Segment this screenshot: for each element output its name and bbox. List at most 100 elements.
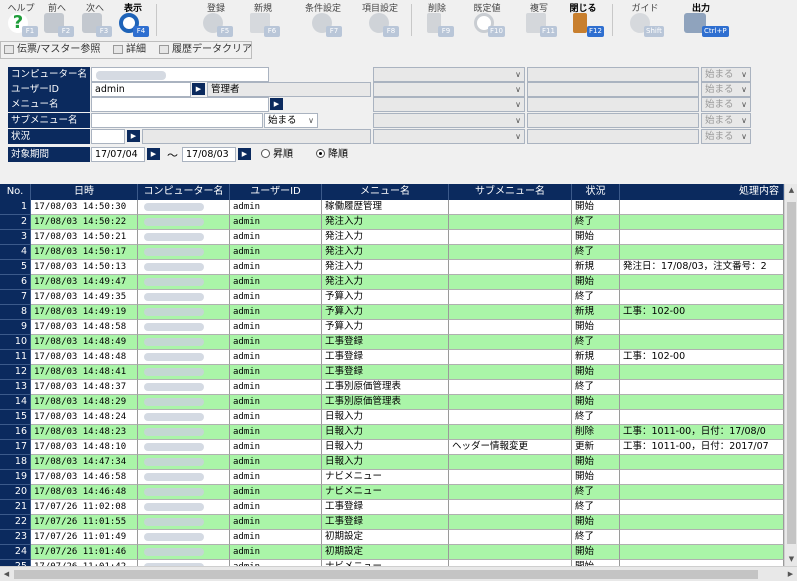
view-button[interactable]: 表示 F4 [113, 0, 153, 40]
cell-datetime: 17/08/03 14:48:41 [31, 365, 138, 380]
scroll-right-icon[interactable]: ▶ [784, 568, 797, 581]
menu-name-input[interactable] [91, 97, 269, 112]
table-row[interactable]: 2 17/08/03 14:50:22 admin 発注入力 終了 [0, 215, 784, 230]
itemset-button[interactable]: 項目設定 F8 [357, 0, 403, 40]
col-menu-header[interactable]: メニュー名 [322, 184, 449, 200]
computer-input[interactable] [91, 67, 269, 82]
row-number: 3 [0, 230, 31, 245]
col-status-header[interactable]: 状況 [572, 184, 620, 200]
table-row[interactable]: 5 17/08/03 14:50:13 admin 発注入力 新規 発注日：17/08/0… [0, 260, 784, 275]
table-row[interactable]: 6 17/08/03 14:49:47 admin 発注入力 開始 [0, 275, 784, 290]
table-row[interactable]: 20 17/08/03 14:46:48 admin ナビメニュー 終了 [0, 485, 784, 500]
table-row[interactable]: 24 17/07/26 11:01:46 admin 初期設定 開始 [0, 545, 784, 560]
table-row[interactable]: 3 17/08/03 14:50:21 admin 発注入力 開始 [0, 230, 784, 245]
cell-computer [138, 260, 230, 275]
table-row[interactable]: 1 17/08/03 14:50:30 admin 稼働履歴管理 開始 [0, 200, 784, 215]
table-row[interactable]: 4 17/08/03 14:50:17 admin 発注入力 終了 [0, 245, 784, 260]
col-detail-header[interactable]: 処理内容 [620, 184, 784, 200]
redacted-value [144, 233, 204, 241]
table-row[interactable]: 12 17/08/03 14:48:41 admin 工事登録 開始 [0, 365, 784, 380]
desc-label: 降順 [328, 149, 348, 160]
col-no-header[interactable]: No. [0, 184, 31, 200]
table-row[interactable]: 9 17/08/03 14:48:58 admin 予算入力 開始 [0, 320, 784, 335]
register-button[interactable]: 登録 F5 [197, 0, 235, 40]
status-lookup-button[interactable]: ▶ [127, 130, 140, 142]
horizontal-scrollbar[interactable]: ◀ ▶ [0, 566, 797, 581]
next-button[interactable]: 次へ F3 [76, 0, 114, 40]
date-from-input[interactable]: 17/07/04 [91, 147, 145, 162]
cell-menu: 日報入力 [322, 410, 449, 425]
extra-filter-field-select: ∨ [373, 129, 525, 144]
cell-menu: 工事登録 [322, 500, 449, 515]
submenu-name-input[interactable] [91, 113, 263, 128]
cell-computer [138, 500, 230, 515]
redacted-value [144, 308, 204, 316]
condition-button[interactable]: 条件設定 F7 [300, 0, 346, 40]
date-to-calendar-button[interactable]: ▶ [238, 148, 251, 160]
table-row[interactable]: 15 17/08/03 14:48:24 admin 日報入力 終了 [0, 410, 784, 425]
date-to-input[interactable]: 17/08/03 [182, 147, 236, 162]
date-from-calendar-button[interactable]: ▶ [147, 148, 160, 160]
cell-menu: 日報入力 [322, 425, 449, 440]
table-row[interactable]: 13 17/08/03 14:48:37 admin 工事別原価管理表 終了 [0, 380, 784, 395]
guide-button[interactable]: ガイド Shift [624, 0, 666, 40]
col-submenu-header[interactable]: サブメニュー名 [449, 184, 572, 200]
table-row[interactable]: 8 17/08/03 14:49:19 admin 予算入力 新規 工事：102-00 [0, 305, 784, 320]
table-row[interactable]: 7 17/08/03 14:49:35 admin 予算入力 終了 [0, 290, 784, 305]
table-row[interactable]: 23 17/07/26 11:01:49 admin 初期設定 終了 [0, 530, 784, 545]
row-number: 13 [0, 380, 31, 395]
table-row[interactable]: 21 17/07/26 11:02:08 admin 工事登録 終了 [0, 500, 784, 515]
slip-master-button[interactable]: 伝票/マスター参照 [3, 41, 100, 58]
scroll-down-icon[interactable]: ▼ [785, 553, 797, 566]
close-button[interactable]: 閉じる F12 [563, 0, 604, 40]
detail-button[interactable]: 詳細 [112, 41, 146, 58]
clear-history-button[interactable]: 履歴データクリア [158, 41, 252, 58]
row-number: 4 [0, 245, 31, 260]
cell-datetime: 17/08/03 14:50:13 [31, 260, 138, 275]
copy-button[interactable]: 複写 F11 [520, 0, 558, 40]
extra-filter-field-select: ∨ [373, 67, 525, 82]
help-button[interactable]: ヘルプ ? F1 [2, 0, 40, 40]
col-user-header[interactable]: ユーザーID [230, 184, 322, 200]
detail-icon [113, 45, 123, 54]
submenu-match-select[interactable]: 始まる ∨ [264, 113, 318, 128]
scroll-left-icon[interactable]: ◀ [0, 568, 13, 581]
defaults-button[interactable]: 既定値 F10 [468, 0, 506, 40]
table-row[interactable]: 11 17/08/03 14:48:48 admin 工事登録 新規 工事：102-00 [0, 350, 784, 365]
col-datetime-header[interactable]: 日時 [31, 184, 138, 200]
horizontal-scroll-thumb[interactable] [14, 570, 758, 579]
cell-computer [138, 215, 230, 230]
chevron-down-icon: ∨ [515, 70, 521, 79]
output-button[interactable]: 出力 Ctrl+P [678, 0, 729, 40]
cell-status: 開始 [572, 545, 620, 560]
new-button[interactable]: 新規 F6 [244, 0, 282, 40]
menu-lookup-button[interactable]: ▶ [270, 98, 283, 110]
cell-user: admin [230, 395, 322, 410]
cell-user: admin [230, 200, 322, 215]
table-row[interactable]: 14 17/08/03 14:48:29 admin 工事別原価管理表 開始 [0, 395, 784, 410]
table-row[interactable]: 19 17/08/03 14:46:58 admin ナビメニュー 開始 [0, 470, 784, 485]
cell-status: 終了 [572, 485, 620, 500]
cell-submenu: ヘッダー情報変更 [449, 440, 572, 455]
table-row[interactable]: 17 17/08/03 14:48:10 admin 日報入力 ヘッダー情報変更 更新 工事… [0, 440, 784, 455]
scroll-up-icon[interactable]: ▲ [785, 184, 797, 197]
table-row[interactable]: 18 17/08/03 14:47:34 admin 日報入力 開始 [0, 455, 784, 470]
table-row[interactable]: 22 17/07/26 11:01:55 admin 工事登録 開始 [0, 515, 784, 530]
asc-radio[interactable]: 昇順 [261, 148, 293, 162]
table-row[interactable]: 10 17/08/03 14:48:49 admin 工事登録 終了 [0, 335, 784, 350]
user-lookup-button[interactable]: ▶ [192, 83, 205, 95]
col-computer-header[interactable]: コンピューター名 [138, 184, 230, 200]
delete-button[interactable]: 削除 F9 [418, 0, 456, 40]
cell-submenu [449, 215, 572, 230]
cell-computer [138, 335, 230, 350]
cell-detail [620, 200, 784, 215]
user-id-input[interactable]: admin [91, 82, 191, 97]
vertical-scroll-thumb[interactable] [787, 202, 796, 544]
table-row[interactable]: 16 17/08/03 14:48:23 admin 日報入力 削除 工事：1011-00… [0, 425, 784, 440]
cell-menu: 稼働履歴管理 [322, 200, 449, 215]
cell-detail [620, 275, 784, 290]
prev-button[interactable]: 前へ F2 [38, 0, 76, 40]
desc-radio[interactable]: 降順 [316, 148, 348, 162]
status-input[interactable] [91, 129, 125, 144]
vertical-scrollbar[interactable]: ▲ ▼ [784, 184, 797, 566]
